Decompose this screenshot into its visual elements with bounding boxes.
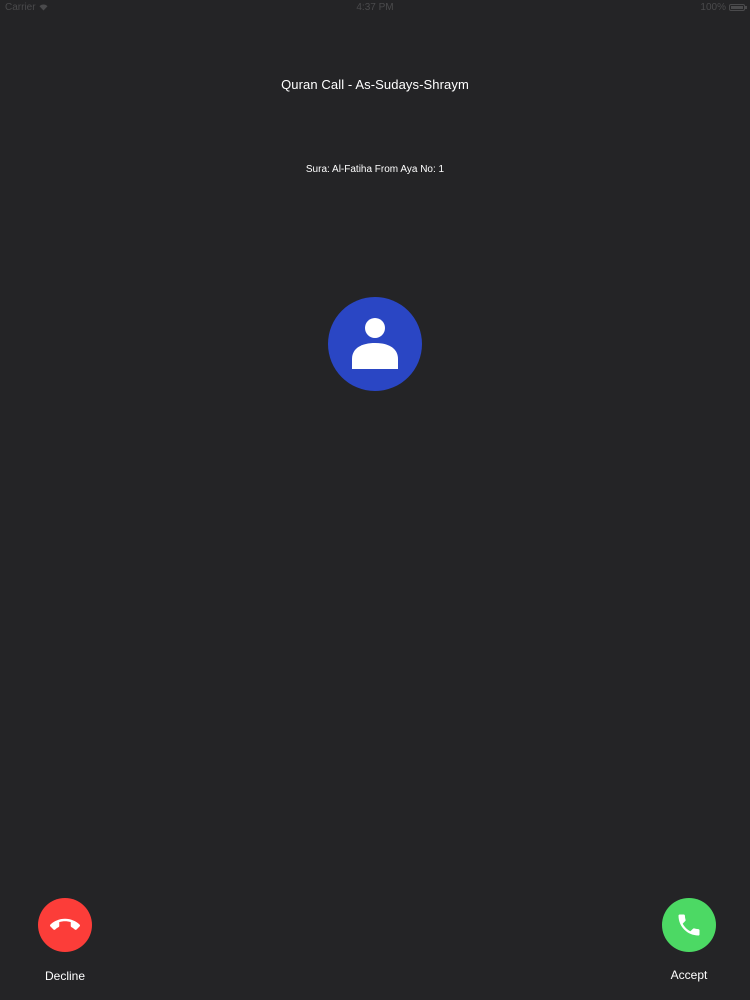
avatar	[328, 297, 422, 391]
status-bar: Carrier 4:37 PM 100%	[0, 0, 750, 16]
caller-title: Quran Call - As-Sudays-Shraym	[281, 77, 469, 92]
decline-label: Decline	[44, 969, 86, 983]
status-time: 4:37 PM	[356, 2, 394, 13]
hang-up-phone-icon	[50, 918, 80, 930]
person-icon	[352, 318, 398, 369]
call-subtitle: Sura: Al-Fatiha From Aya No: 1	[305, 164, 445, 175]
battery-group: 100%	[700, 2, 747, 13]
accept-button[interactable]	[662, 898, 716, 952]
battery-icon	[729, 4, 747, 11]
phone-icon	[678, 914, 700, 936]
accept-label: Accept	[670, 968, 708, 982]
battery-percent: 100%	[700, 2, 726, 13]
decline-button[interactable]	[38, 898, 92, 952]
